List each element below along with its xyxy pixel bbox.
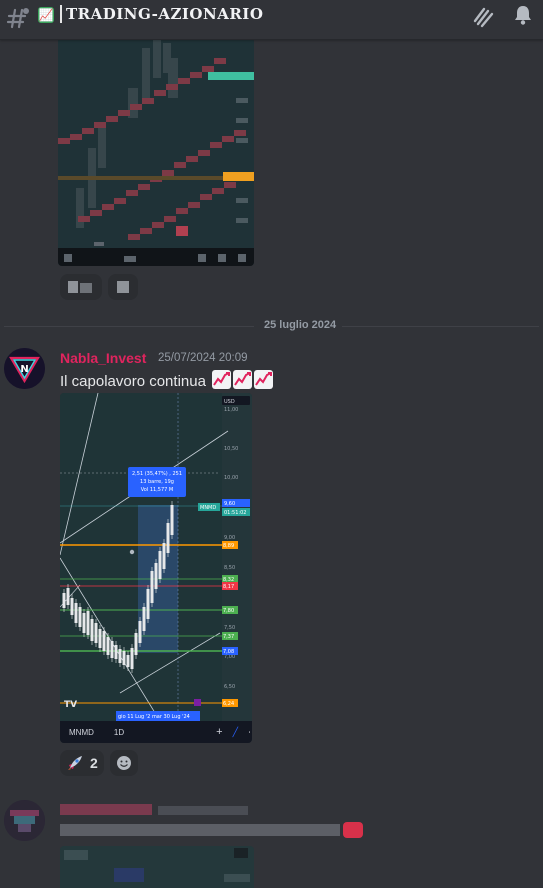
tradingview-logo: TV	[64, 700, 77, 710]
blurred-add-reaction[interactable]	[108, 274, 138, 300]
chart-increasing-emoji	[254, 370, 274, 389]
countdown-label: 01:51:02	[224, 510, 246, 516]
blurred-avatar[interactable]	[4, 800, 45, 841]
price-axis-label: 10,00	[224, 475, 238, 481]
price-tag-label: 7,08	[223, 649, 234, 655]
marker-dot	[129, 549, 135, 555]
candle-body	[70, 598, 74, 615]
hash-icon	[6, 8, 29, 29]
plus-icon[interactable]: +	[216, 726, 222, 738]
candle-body	[130, 648, 134, 669]
price-tag-label: 6,24	[223, 701, 234, 707]
candle-body	[118, 649, 122, 663]
candle-body	[154, 563, 158, 589]
chart-footer: MNMD 1D + ╱ ⋯	[60, 721, 252, 743]
message-timestamp: 25/07/2024 20:09	[158, 352, 248, 364]
blurred-message-text	[60, 824, 340, 836]
candle-body	[166, 523, 170, 553]
candle-body	[110, 641, 114, 658]
date-divider-label: 25 luglio 2024	[258, 319, 343, 331]
blurred-author	[60, 804, 152, 815]
candle-body	[162, 543, 166, 569]
candle-body	[62, 593, 66, 608]
chart-svg: 2,51 (35,47%) , 251 13 barre, 19g Vol 11…	[60, 393, 252, 722]
channel-separator	[60, 5, 62, 23]
footer-interval[interactable]: 1D	[114, 728, 124, 737]
price-tag-label: 7,80	[223, 608, 234, 614]
add-reaction-button[interactable]	[110, 750, 138, 776]
reaction-rocket[interactable]: 2	[60, 750, 104, 776]
price-tag-label: 8,89	[223, 543, 234, 549]
candle-body	[66, 588, 70, 605]
candle-body	[122, 651, 126, 665]
candle-body	[106, 637, 110, 655]
price-axis-label: 6,50	[224, 684, 235, 690]
date-range-label: gio 11 Lug '2 mar 30 Lug '24	[118, 714, 190, 720]
candle-body	[126, 655, 130, 667]
last-price-label: 9,60	[224, 501, 235, 507]
chart-increasing-icon: 📈	[38, 7, 54, 23]
pencil-icon[interactable]: ╱	[233, 727, 238, 738]
more-icon[interactable]: ⋯	[248, 727, 252, 738]
bell-icon[interactable]	[511, 3, 535, 27]
blurred-reaction[interactable]	[60, 274, 102, 300]
candle-body	[98, 629, 102, 648]
currency-label: USD	[224, 399, 235, 405]
symbol-tag-label: MNMD	[200, 505, 216, 511]
blurred-next-image[interactable]	[60, 846, 254, 888]
date-divider-line-right	[342, 326, 539, 327]
candle-body	[114, 645, 118, 659]
add-reaction-icon	[117, 756, 131, 770]
message-author[interactable]: Nabla_Invest	[60, 350, 146, 366]
candle-body	[90, 619, 94, 641]
price-axis-label: 10,50	[224, 446, 238, 452]
avatar[interactable]: N	[4, 348, 45, 389]
chart-increasing-emoji	[233, 370, 253, 389]
channel-name: TRADING-AZIONARIO	[66, 5, 264, 23]
candle-body	[158, 551, 162, 579]
candle-body	[146, 589, 150, 619]
message-text: Il capolavoro continua	[60, 373, 206, 390]
candle-body	[150, 571, 154, 603]
chart-image-attachment[interactable]: 2,51 (35,47%) , 251 13 barre, 19g Vol 11…	[60, 393, 252, 743]
blurred-previous-chart-image[interactable]	[58, 38, 254, 266]
rocket-icon	[68, 756, 82, 770]
message-text-row: Il capolavoro continua	[60, 370, 274, 390]
threads-icon[interactable]	[470, 3, 496, 29]
candle-body	[134, 633, 138, 655]
price-tag-label: 7,37	[223, 634, 234, 640]
price-axis-label: 7,50	[224, 625, 235, 631]
event-marker	[194, 699, 201, 706]
candle-body	[74, 603, 78, 623]
candle-body	[142, 607, 146, 631]
channel-header: 📈 TRADING-AZIONARIO	[0, 0, 543, 40]
measure-line2: 13 barre, 19g	[140, 479, 174, 485]
date-divider-line-left	[4, 326, 254, 327]
candle-body	[102, 631, 106, 651]
svg-text:N: N	[20, 364, 28, 375]
footer-symbol[interactable]: MNMD	[69, 728, 94, 737]
candle-body	[138, 621, 142, 643]
candle-body	[170, 505, 174, 535]
price-axis-label: 8,50	[224, 565, 235, 571]
candle-body	[78, 607, 82, 627]
candle-body	[82, 613, 86, 633]
blurred-emoji	[343, 822, 363, 838]
reaction-count: 2	[90, 755, 98, 771]
candle-body	[94, 623, 98, 643]
candle-body	[86, 611, 90, 635]
chart-increasing-emoji	[212, 370, 232, 389]
measure-line3: Vol 11,577 M	[141, 487, 173, 493]
price-axis-label: 11,00	[224, 407, 238, 413]
price-tag-label: 8,17	[223, 584, 234, 590]
blurred-timestamp	[158, 806, 248, 815]
price-axis-label: 9,00	[224, 535, 235, 541]
measure-line1: 2,51 (35,47%) , 251	[132, 471, 182, 477]
